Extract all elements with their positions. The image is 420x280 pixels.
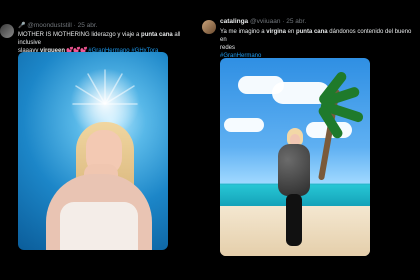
person-legs: [286, 194, 302, 246]
person-figure: [274, 128, 314, 248]
top-shape: [60, 202, 138, 250]
tweet-line: MOTHER IS MOTHERING liderazgo y viaje a …: [18, 31, 196, 47]
text-bold: virgina: [266, 29, 286, 35]
avatar[interactable]: [0, 24, 14, 38]
microphone-icon: 🎤: [18, 23, 26, 29]
tweet-image[interactable]: [18, 52, 168, 250]
separator-dot: ·: [282, 18, 285, 25]
tweet-header: catalinga @vviiuaan · 25 abr.: [220, 18, 306, 26]
text-bold: punta cana: [295, 29, 328, 35]
text-segment: MOTHER IS MOTHERING liderazgo y viaje a: [18, 32, 142, 38]
tweet-line: redes: [220, 44, 416, 52]
tweet-left: 🎤 @moonduststill · 25 abr. MOTHER IS MOT…: [0, 0, 200, 280]
tweet-text: Ya me imagino a virgina en punta cana dá…: [220, 28, 416, 60]
tweet-right: catalinga @vviiuaan · 25 abr. Ya me imag…: [200, 0, 420, 280]
display-name[interactable]: catalinga: [220, 18, 248, 25]
cloud-shape: [224, 118, 264, 132]
text-segment: redes: [220, 45, 236, 51]
tweet-line: Ya me imagino a virgina en punta cana dá…: [220, 28, 416, 44]
tweet-image[interactable]: [220, 58, 370, 256]
separator-dot: ·: [73, 22, 76, 29]
username[interactable]: @moonduststill: [27, 22, 72, 29]
text-bold: punta cana: [141, 32, 173, 38]
text-segment: en: [285, 29, 296, 35]
text-segment: Ya me imagino a: [220, 29, 267, 35]
username[interactable]: @vviiuaan: [250, 18, 280, 25]
timestamp[interactable]: 25 abr.: [286, 18, 306, 25]
person-coat: [278, 144, 310, 196]
avatar[interactable]: [202, 20, 216, 34]
timestamp[interactable]: 25 abr.: [78, 22, 98, 29]
tweet-header: 🎤 @moonduststill · 25 abr.: [18, 22, 98, 30]
